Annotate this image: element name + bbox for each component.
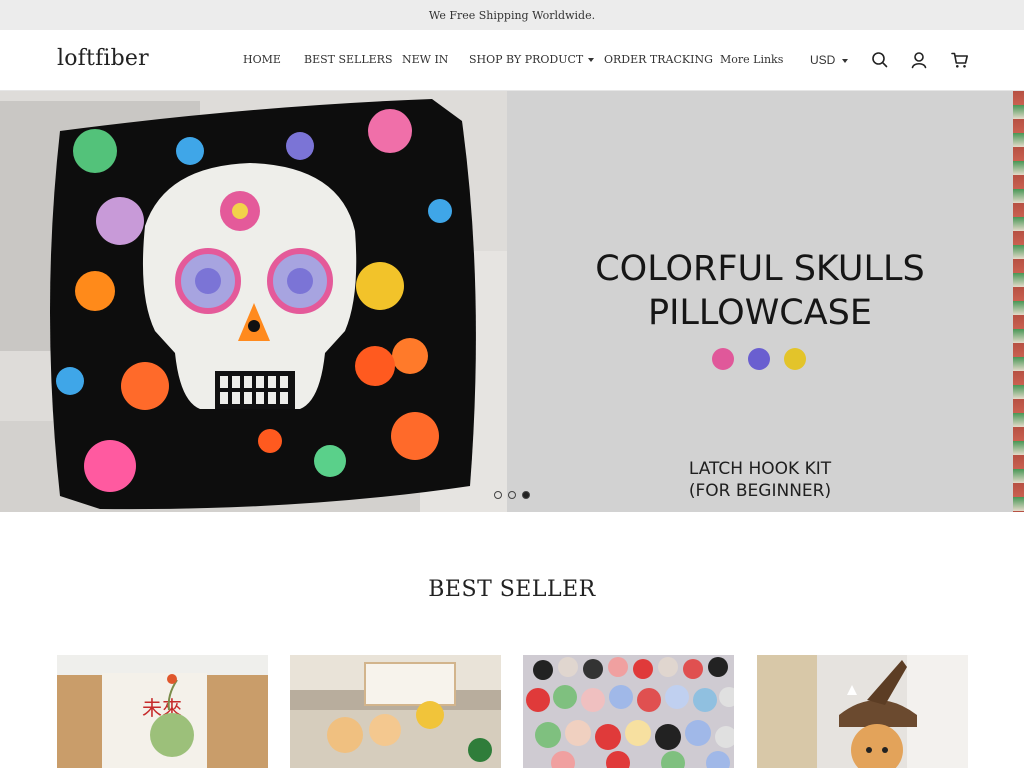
nav-new-in-label: NEW IN	[402, 53, 449, 66]
next-slide-peek	[1013, 91, 1024, 512]
search-icon[interactable]	[870, 50, 890, 70]
chevron-down-icon	[588, 58, 595, 62]
cart-icon[interactable]	[950, 50, 970, 70]
slide-dot-3[interactable]	[522, 491, 530, 499]
hero-title-line-2: PILLOWCASE	[647, 293, 873, 333]
best-seller-heading: BEST SELLER	[428, 577, 596, 602]
color-dot-pink	[712, 348, 734, 370]
account-icon[interactable]	[909, 50, 929, 70]
hero-subtitle-line-1: LATCH HOOK KIT	[688, 459, 832, 479]
chevron-down-icon	[842, 58, 849, 63]
product-card[interactable]	[757, 655, 968, 768]
nav-best-sellers[interactable]: BEST SELLERS	[304, 53, 393, 66]
hero-text-panel: COLORFUL SKULLS PILLOWCASE LATCH HOOK KI…	[507, 91, 1013, 512]
announcement-text: We Free Shipping Worldwide.	[428, 8, 596, 22]
nav-new-in[interactable]: NEW IN	[402, 53, 448, 66]
hero-banner[interactable]: COLORFUL SKULLS PILLOWCASE LATCH HOOK KI…	[0, 91, 1024, 512]
nav-more-links[interactable]: More Links	[720, 53, 783, 66]
currency-selector[interactable]: USD	[810, 53, 849, 67]
nav-best-sellers-label: BEST SELLERS	[304, 53, 393, 66]
hero-subtitle-line-2: (FOR BEGINNER)	[688, 481, 832, 501]
color-dot-yellow	[784, 348, 806, 370]
product-card[interactable]	[290, 655, 501, 768]
hero-subtitle: LATCH HOOK KIT (FOR BEGINNER)	[507, 458, 1013, 502]
slide-dot-2[interactable]	[508, 491, 516, 499]
nav-home-label: HOME	[243, 53, 281, 66]
hero-product-image	[0, 91, 507, 512]
color-dot-purple	[748, 348, 770, 370]
announcement-bar: We Free Shipping Worldwide.	[0, 0, 1024, 30]
product-card[interactable]: 未來	[57, 655, 268, 768]
hero-title: COLORFUL SKULLS PILLOWCASE	[507, 247, 1013, 335]
nav-order-tracking[interactable]: ORDER TRACKING	[604, 53, 713, 66]
nav-more-links-label: More Links	[720, 53, 784, 66]
nav-shop-by-product-label: SHOP BY PRODUCT	[469, 53, 584, 66]
currency-label: USD	[810, 53, 836, 67]
nav-home[interactable]: HOME	[243, 53, 281, 66]
nav-shop-by-product[interactable]: SHOP BY PRODUCT	[469, 53, 595, 66]
slide-dot-1[interactable]	[494, 491, 502, 499]
hero-title-line-1: COLORFUL SKULLS	[595, 249, 925, 289]
nav-order-tracking-label: ORDER TRACKING	[604, 53, 713, 66]
site-header: loftfiber HOME BEST SELLERS NEW IN SHOP …	[0, 30, 1024, 91]
store-logo[interactable]: loftfiber	[57, 46, 149, 71]
product-card[interactable]	[523, 655, 734, 768]
